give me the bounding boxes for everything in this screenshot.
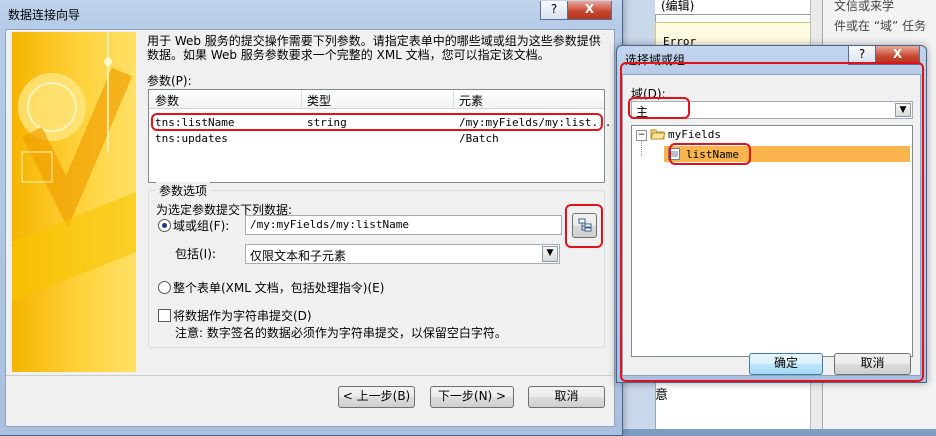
next-button[interactable]: 下一步(N) > [430,386,514,408]
parameters-header: 参数 类型 元素 [149,90,604,109]
row-param: tns:updates [155,132,228,145]
background-bottom-text: 意 [655,388,669,403]
wizard-client-area: 用于 Web 服务的提交操作需要下列参数。请指定表单中的哪些域或组为这些参数提供… [5,29,615,427]
back-button[interactable]: < 上一步(B) [338,386,415,408]
wizard-title: 数据连接向导 [8,8,81,22]
row-element: /Batch [459,132,499,145]
wizard-banner-art [12,32,136,372]
submit-as-string-checkbox[interactable] [158,309,171,322]
submit-as-string-label: 将数据作为字符串提交(D) [173,309,312,323]
table-row[interactable]: tns:updates /Batch [149,130,604,146]
field-or-group-radio[interactable] [158,219,171,232]
parameter-options-title: 参数选项 [156,182,211,199]
wizard-close-button[interactable]: X [567,1,612,20]
background-combo: (编辑) [655,0,810,15]
cancel-button[interactable]: 取消 [528,386,605,408]
wizard-help-button[interactable]: ? [540,1,568,20]
highlight-select-field-button [565,204,603,248]
data-connection-wizard-window: 数据连接向导 ? X 用于 Web 服务的提交操作需要下列参数。请指定表单中的哪… [0,0,623,436]
column-header-type[interactable]: 类型 [307,92,331,109]
digital-signature-note: 注意: 数字签名的数据必须作为字符串提交，以保留空白字符。 [175,326,507,340]
select-field-dialog: 选择域或组 ? X 域(D): 主 ▼ − myFields listName [616,45,927,383]
wizard-description-line2: 数据。如果 Web 服务参数要求一个完整的 XML 文档，您可以指定该文档。 [147,48,550,62]
field-path-input[interactable]: /my:myFields/my:listName [245,215,562,235]
include-select[interactable]: 仅限文本和子元素 ▼ [245,244,560,264]
parameters-label: 参数(P): [147,74,192,88]
whole-form-radio[interactable] [158,281,171,294]
column-header-element[interactable]: 元素 [459,92,483,109]
parameters-list[interactable]: 参数 类型 元素 tns:listName string /my:myField… [148,89,611,183]
wizard-banner-graphic [12,32,136,302]
highlight-selected-row [151,113,603,131]
chevron-down-icon[interactable]: ▼ [542,246,558,262]
column-header-param[interactable]: 参数 [155,92,179,109]
field-or-group-label: 域或组(F): [173,219,230,233]
background-help-text: 文信或来学 件或在 “域” 任务 [834,0,927,33]
include-label: 包括(I): [175,247,216,261]
whole-form-label: 整个表单(XML 文档，包括处理指令)(E) [173,281,385,295]
highlight-dialog [620,62,924,382]
